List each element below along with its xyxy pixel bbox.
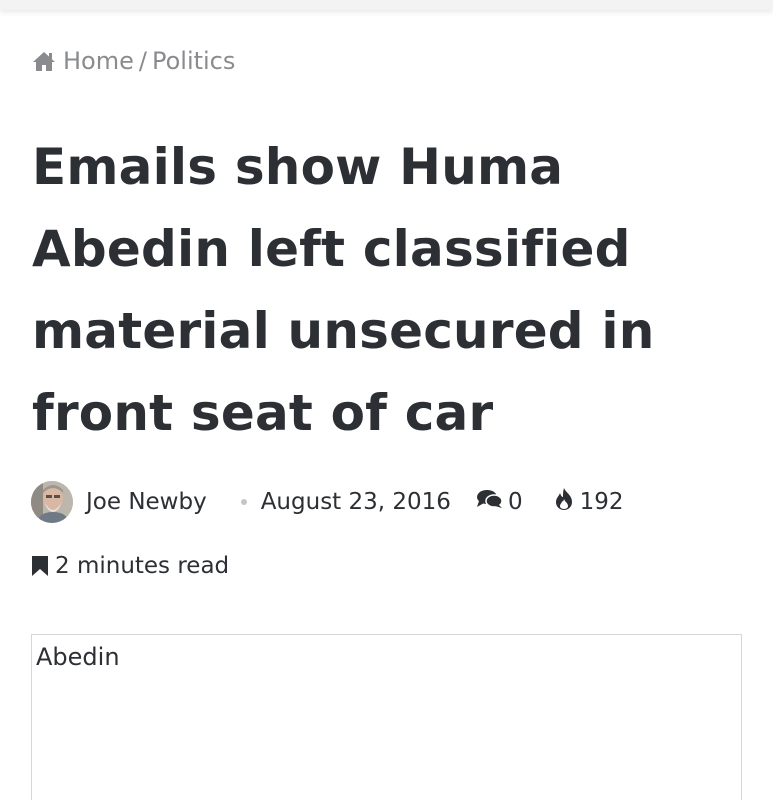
bookmark-icon bbox=[31, 555, 49, 577]
reading-time: 2 minutes read bbox=[31, 553, 229, 579]
post-date: August 23, 2016 bbox=[260, 489, 451, 515]
breadcrumb-home-link[interactable]: Home bbox=[63, 47, 134, 75]
featured-image: Abedin bbox=[31, 634, 742, 800]
featured-image-alt-text: Abedin bbox=[36, 643, 120, 671]
top-header-bar bbox=[0, 0, 773, 10]
post-meta: Joe Newby August 23, 2016 0 192 bbox=[31, 480, 623, 524]
breadcrumb-separator: / bbox=[138, 47, 147, 75]
page-title: Emails show Huma Abedin left classified … bbox=[32, 138, 655, 442]
author-name-link[interactable]: Joe Newby bbox=[86, 489, 207, 515]
fire-icon bbox=[553, 487, 575, 517]
comments-icon[interactable] bbox=[476, 489, 503, 515]
home-icon[interactable] bbox=[32, 50, 56, 72]
views-count: 192 bbox=[579, 489, 624, 515]
author-avatar[interactable] bbox=[31, 481, 73, 523]
breadcrumb: Home / Politics bbox=[32, 47, 235, 75]
breadcrumb-category-link[interactable]: Politics bbox=[152, 47, 235, 75]
meta-separator-dot bbox=[240, 499, 247, 505]
comments-count[interactable]: 0 bbox=[508, 489, 523, 515]
reading-time-label: 2 minutes read bbox=[55, 553, 230, 579]
